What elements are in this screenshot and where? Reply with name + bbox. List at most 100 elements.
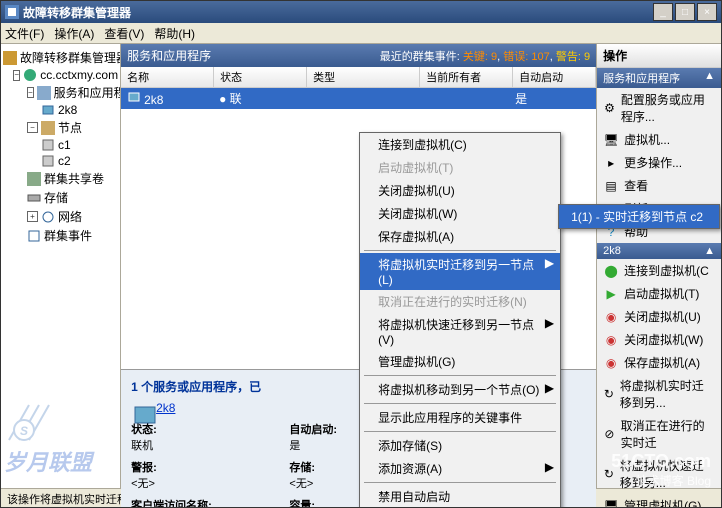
nodes-icon bbox=[41, 121, 55, 135]
power-icon: ◉ bbox=[603, 332, 619, 348]
close-button[interactable]: × bbox=[697, 3, 717, 21]
tree-nodes[interactable]: − 节点 bbox=[3, 118, 118, 137]
collapse-icon[interactable]: − bbox=[13, 70, 20, 81]
title-bar: 故障转移群集管理器 _ □ × bbox=[1, 1, 721, 23]
col-owner[interactable]: 当前所有者 bbox=[420, 67, 513, 87]
chevron-up-icon[interactable]: ▲ bbox=[704, 245, 715, 257]
menu-bar: 文件(F) 操作(A) 查看(V) 帮助(H) bbox=[1, 23, 721, 44]
tree-csv[interactable]: 群集共享卷 bbox=[3, 169, 118, 188]
ctx-add-storage[interactable]: 添加存储(S) bbox=[360, 434, 560, 457]
ctx-quick-migrate[interactable]: 将虚拟机快速迁移到另一节点(V)▶ bbox=[360, 313, 560, 350]
menu-view[interactable]: 查看(V) bbox=[104, 25, 144, 42]
main-panel: 服务和应用程序 最近的群集事件: 关键: 9, 错误: 107, 警告: 9 名… bbox=[121, 44, 597, 488]
tree-node-c1[interactable]: c1 bbox=[3, 137, 118, 153]
chevron-right-icon: ▶ bbox=[545, 460, 554, 474]
actions-section-services: 服务和应用程序▲ bbox=[597, 68, 721, 88]
view-icon: ▤ bbox=[603, 178, 619, 194]
server-icon bbox=[41, 154, 55, 168]
maximize-button[interactable]: □ bbox=[675, 3, 695, 21]
lbl-alerts: 警报: bbox=[131, 462, 157, 474]
action-poweroff[interactable]: ◉关闭虚拟机(W) bbox=[597, 328, 721, 351]
cluster-icon bbox=[23, 68, 37, 82]
gear-icon: ⚙ bbox=[603, 100, 616, 116]
col-status[interactable]: 状态 bbox=[214, 67, 307, 87]
action-more[interactable]: ▸更多操作... bbox=[597, 151, 721, 174]
ctx-live-migrate[interactable]: 将虚拟机实时迁移到另一节点(L)▶ bbox=[360, 253, 560, 290]
cluster-mgr-icon bbox=[3, 51, 17, 65]
tree-node-c2[interactable]: c2 bbox=[3, 153, 118, 169]
tree-services[interactable]: − 服务和应用程序 bbox=[3, 83, 118, 102]
ctx-manage[interactable]: 管理虚拟机(G) bbox=[360, 350, 560, 373]
lbl-status: 状态: bbox=[131, 424, 157, 436]
chevron-right-icon: ▶ bbox=[545, 256, 554, 270]
vm-icon bbox=[127, 90, 141, 104]
window-title: 故障转移群集管理器 bbox=[23, 4, 651, 21]
lbl-storage: 存储: bbox=[289, 462, 315, 474]
events-icon bbox=[27, 229, 41, 243]
action-view[interactable]: ▤查看 bbox=[597, 174, 721, 197]
lbl-client: 客户端访问名称: bbox=[131, 500, 212, 508]
action-live-migrate[interactable]: ↻将虚拟机实时迁移到另... bbox=[597, 374, 721, 414]
minimize-button[interactable]: _ bbox=[653, 3, 673, 21]
ctx-connect[interactable]: 连接到虚拟机(C) bbox=[360, 133, 560, 156]
context-submenu: 1(1) - 实时迁移到节点 c2 bbox=[558, 204, 720, 229]
collapse-icon[interactable]: − bbox=[27, 87, 34, 98]
stop-icon: ◉ bbox=[603, 309, 619, 325]
list-view: 名称 状态 类型 当前所有者 自动启动 2k8 ● 联 是 bbox=[121, 67, 596, 109]
action-vm-sub[interactable]: 🖥虚拟机... bbox=[597, 128, 721, 151]
list-row[interactable]: 2k8 ● 联 是 bbox=[121, 88, 596, 109]
menu-file[interactable]: 文件(F) bbox=[5, 25, 44, 42]
ctx-submenu-option[interactable]: 1(1) - 实时迁移到节点 c2 bbox=[559, 205, 719, 228]
collapse-icon[interactable]: − bbox=[27, 122, 38, 133]
tree-cluster[interactable]: − cc.cctxmy.com bbox=[3, 67, 118, 83]
action-manage[interactable]: 🖥管理虚拟机(G) bbox=[597, 494, 721, 508]
save-icon: ◉ bbox=[603, 355, 619, 371]
tree-network[interactable]: + 网络 bbox=[3, 207, 118, 226]
action-shutdown[interactable]: ◉关闭虚拟机(U) bbox=[597, 305, 721, 328]
ctx-add-resource[interactable]: 添加资源(A)▶ bbox=[360, 457, 560, 480]
action-save[interactable]: ◉保存虚拟机(A) bbox=[597, 351, 721, 374]
row-status: ● 联 bbox=[213, 88, 305, 109]
menu-action[interactable]: 操作(A) bbox=[54, 25, 94, 42]
action-configure[interactable]: ⚙配置服务或应用程序... bbox=[597, 88, 721, 128]
action-quick-migrate[interactable]: ↻将虚拟机快速迁移到另... bbox=[597, 454, 721, 494]
more-icon: ▸ bbox=[603, 155, 619, 171]
details-link[interactable]: 2k8 bbox=[156, 401, 175, 415]
vm-icon: 🖥 bbox=[603, 132, 619, 148]
app-icon bbox=[5, 5, 19, 19]
manage-icon: 🖥 bbox=[603, 498, 619, 508]
nav-tree: 故障转移群集管理器 − cc.cctxmy.com − 服务和应用程序 2k8 … bbox=[1, 44, 121, 488]
play-icon: ▶ bbox=[603, 286, 619, 302]
menu-help[interactable]: 帮助(H) bbox=[154, 25, 195, 42]
col-name[interactable]: 名称 bbox=[121, 67, 214, 87]
col-type[interactable]: 类型 bbox=[307, 67, 420, 87]
ctx-cancel-migrate: 取消正在进行的实时迁移(N) bbox=[360, 290, 560, 313]
main-title: 服务和应用程序 bbox=[127, 47, 211, 64]
connect-icon: ⬤ bbox=[603, 263, 619, 279]
tree-root[interactable]: 故障转移群集管理器 bbox=[3, 48, 118, 67]
tree-storage[interactable]: 存储 bbox=[3, 188, 118, 207]
ctx-disable-auto[interactable]: 禁用自动启动 bbox=[360, 485, 560, 508]
app-window: 故障转移群集管理器 _ □ × 文件(F) 操作(A) 查看(V) 帮助(H) … bbox=[0, 0, 722, 508]
actions-header: 操作 bbox=[597, 44, 721, 68]
storage-icon bbox=[27, 191, 41, 205]
quick-migrate-icon: ↻ bbox=[603, 466, 615, 482]
ctx-show-events[interactable]: 显示此应用程序的关键事件 bbox=[360, 406, 560, 429]
ctx-move-group[interactable]: 将虚拟机移动到另一个节点(O)▶ bbox=[360, 378, 560, 401]
migrate-icon: ↻ bbox=[603, 386, 615, 402]
tree-events[interactable]: 群集事件 bbox=[3, 226, 118, 245]
col-auto[interactable]: 自动启动 bbox=[513, 67, 596, 87]
network-icon bbox=[41, 210, 55, 224]
action-start[interactable]: ▶启动虚拟机(T) bbox=[597, 282, 721, 305]
ctx-poweroff[interactable]: 关闭虚拟机(W) bbox=[360, 202, 560, 225]
action-cancel-migrate[interactable]: ⊘取消正在进行的实时迁 bbox=[597, 414, 721, 454]
chevron-right-icon: ▶ bbox=[545, 381, 554, 395]
tree-vm-2k8[interactable]: 2k8 bbox=[3, 102, 118, 118]
ctx-save[interactable]: 保存虚拟机(A) bbox=[360, 225, 560, 248]
action-connect[interactable]: ⬤连接到虚拟机(C bbox=[597, 259, 721, 282]
chevron-up-icon[interactable]: ▲ bbox=[704, 70, 715, 86]
recent-events-summary[interactable]: 最近的群集事件: 关键: 9, 错误: 107, 警告: 9 bbox=[380, 48, 590, 64]
context-menu: 连接到虚拟机(C) 启动虚拟机(T) 关闭虚拟机(U) 关闭虚拟机(W) 保存虚… bbox=[359, 132, 561, 508]
expand-icon[interactable]: + bbox=[27, 211, 38, 222]
ctx-shutdown[interactable]: 关闭虚拟机(U) bbox=[360, 179, 560, 202]
